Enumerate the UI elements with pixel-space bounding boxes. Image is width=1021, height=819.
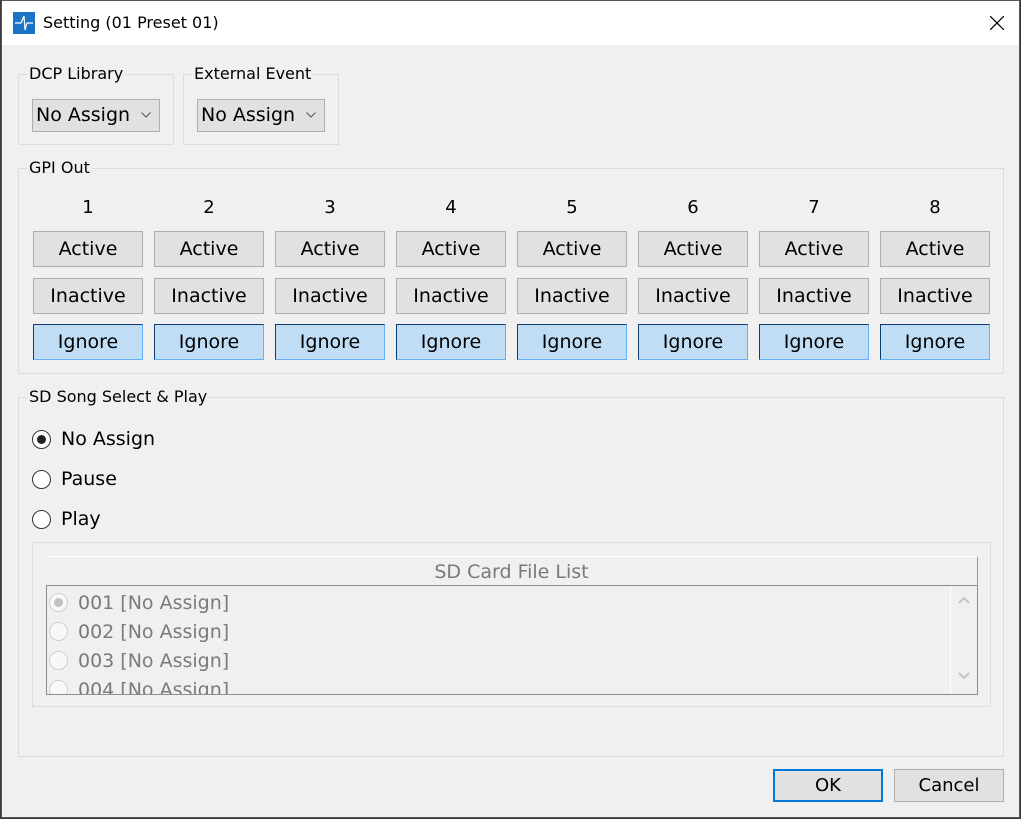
- gpi-out-6-number: 6: [687, 197, 699, 218]
- ok-button[interactable]: OK: [773, 769, 883, 802]
- close-button[interactable]: [981, 7, 1013, 39]
- gpi-out-4-active-button[interactable]: Active: [396, 231, 506, 267]
- gpi-out-4-ignore-button[interactable]: Ignore: [396, 324, 506, 360]
- gpi-out-1-active-button[interactable]: Active: [33, 231, 143, 267]
- gpi-out-7-active-button[interactable]: Active: [759, 231, 869, 267]
- sd-file-list: 001 [No Assign] 002 [No Assign] 003 [No …: [46, 585, 978, 695]
- app-waveform-icon: [13, 12, 35, 34]
- file-radio: [49, 593, 68, 612]
- gpi-out-6-ignore-button[interactable]: Ignore: [638, 324, 748, 360]
- file-radio: [49, 651, 68, 670]
- file-list-item: 003 [No Assign]: [49, 646, 229, 675]
- dcp-library-value: No Assign: [36, 104, 131, 126]
- external-event-label: External Event: [192, 64, 314, 84]
- settings-dialog: Setting (01 Preset 01) DCP Library No As…: [1, 0, 1020, 818]
- file-label: 003 [No Assign]: [78, 649, 230, 672]
- gpi-out-8-number: 8: [929, 197, 941, 218]
- gpi-out-6-active-button[interactable]: Active: [638, 231, 748, 267]
- gpi-out-label: GPI Out: [27, 158, 92, 178]
- radio-button[interactable]: [32, 509, 51, 529]
- gpi-out-5-number: 5: [566, 197, 578, 218]
- gpi-out-8-active-button[interactable]: Active: [880, 231, 990, 267]
- gpi-out-5-active-button[interactable]: Active: [517, 231, 627, 267]
- sd-song-label: SD Song Select & Play: [27, 387, 210, 407]
- sd-file-list-header: SD Card File List: [46, 556, 978, 585]
- gpi-out-8-ignore-button[interactable]: Ignore: [880, 324, 990, 360]
- radio-play[interactable]: Play: [32, 506, 101, 532]
- external-event-dropdown[interactable]: No Assign: [197, 99, 325, 132]
- gpi-out-2-active-button[interactable]: Active: [154, 231, 264, 267]
- chevron-down-icon: [141, 112, 151, 118]
- gpi-out-7-number: 7: [808, 197, 820, 218]
- external-event-group: External Event No Assign: [183, 64, 339, 145]
- radio-play-label: Play: [61, 508, 101, 530]
- gpi-out-2-ignore-button[interactable]: Ignore: [154, 324, 264, 360]
- gpi-out-1-number: 1: [82, 197, 94, 218]
- radio-no-assign[interactable]: No Assign: [32, 426, 155, 452]
- dcp-library-dropdown[interactable]: No Assign: [32, 99, 160, 132]
- cancel-button[interactable]: Cancel: [894, 769, 1004, 802]
- file-list-item: 002 [No Assign]: [49, 617, 229, 646]
- gpi-out-1-inactive-button[interactable]: Inactive: [33, 278, 143, 314]
- window-title: Setting (01 Preset 01): [43, 13, 219, 32]
- radio-button[interactable]: [32, 429, 51, 449]
- scroll-up-icon[interactable]: [958, 596, 970, 604]
- file-radio: [49, 622, 68, 641]
- radio-pause[interactable]: Pause: [32, 466, 117, 492]
- gpi-out-3-inactive-button[interactable]: Inactive: [275, 278, 385, 314]
- file-label: 002 [No Assign]: [78, 620, 230, 643]
- chevron-down-icon: [306, 112, 316, 118]
- gpi-out-3-ignore-button[interactable]: Ignore: [275, 324, 385, 360]
- radio-pause-label: Pause: [61, 468, 117, 490]
- close-icon: [990, 16, 1004, 30]
- file-list-item: 004 [No Assign]: [49, 675, 230, 695]
- gpi-out-8-inactive-button[interactable]: Inactive: [880, 278, 990, 314]
- gpi-out-7-inactive-button[interactable]: Inactive: [759, 278, 869, 314]
- gpi-out-5-inactive-button[interactable]: Inactive: [517, 278, 627, 314]
- gpi-out-4-inactive-button[interactable]: Inactive: [396, 278, 506, 314]
- gpi-out-3-number: 3: [324, 197, 336, 218]
- gpi-out-1-ignore-button[interactable]: Ignore: [33, 324, 143, 360]
- dcp-library-group: DCP Library No Assign: [18, 64, 174, 145]
- file-list-scrollbar[interactable]: [950, 586, 977, 694]
- radio-no-assign-label: No Assign: [61, 428, 156, 450]
- dcp-library-label: DCP Library: [27, 64, 126, 84]
- file-label: 001 [No Assign]: [78, 591, 230, 614]
- gpi-out-3-active-button[interactable]: Active: [275, 231, 385, 267]
- gpi-out-5-ignore-button[interactable]: Ignore: [517, 324, 627, 360]
- external-event-value: No Assign: [201, 104, 296, 126]
- radio-button[interactable]: [32, 469, 51, 489]
- gpi-out-6-inactive-button[interactable]: Inactive: [638, 278, 748, 314]
- gpi-out-2-number: 2: [203, 197, 215, 218]
- gpi-out-2-inactive-button[interactable]: Inactive: [154, 278, 264, 314]
- scroll-down-icon[interactable]: [958, 672, 970, 680]
- file-label: 004 [No Assign]: [78, 678, 230, 695]
- title-bar: Setting (01 Preset 01): [2, 1, 1019, 45]
- file-list-item: 001 [No Assign]: [49, 588, 229, 617]
- gpi-out-7-ignore-button[interactable]: Ignore: [759, 324, 869, 360]
- file-radio: [49, 680, 68, 694]
- gpi-out-4-number: 4: [445, 197, 457, 218]
